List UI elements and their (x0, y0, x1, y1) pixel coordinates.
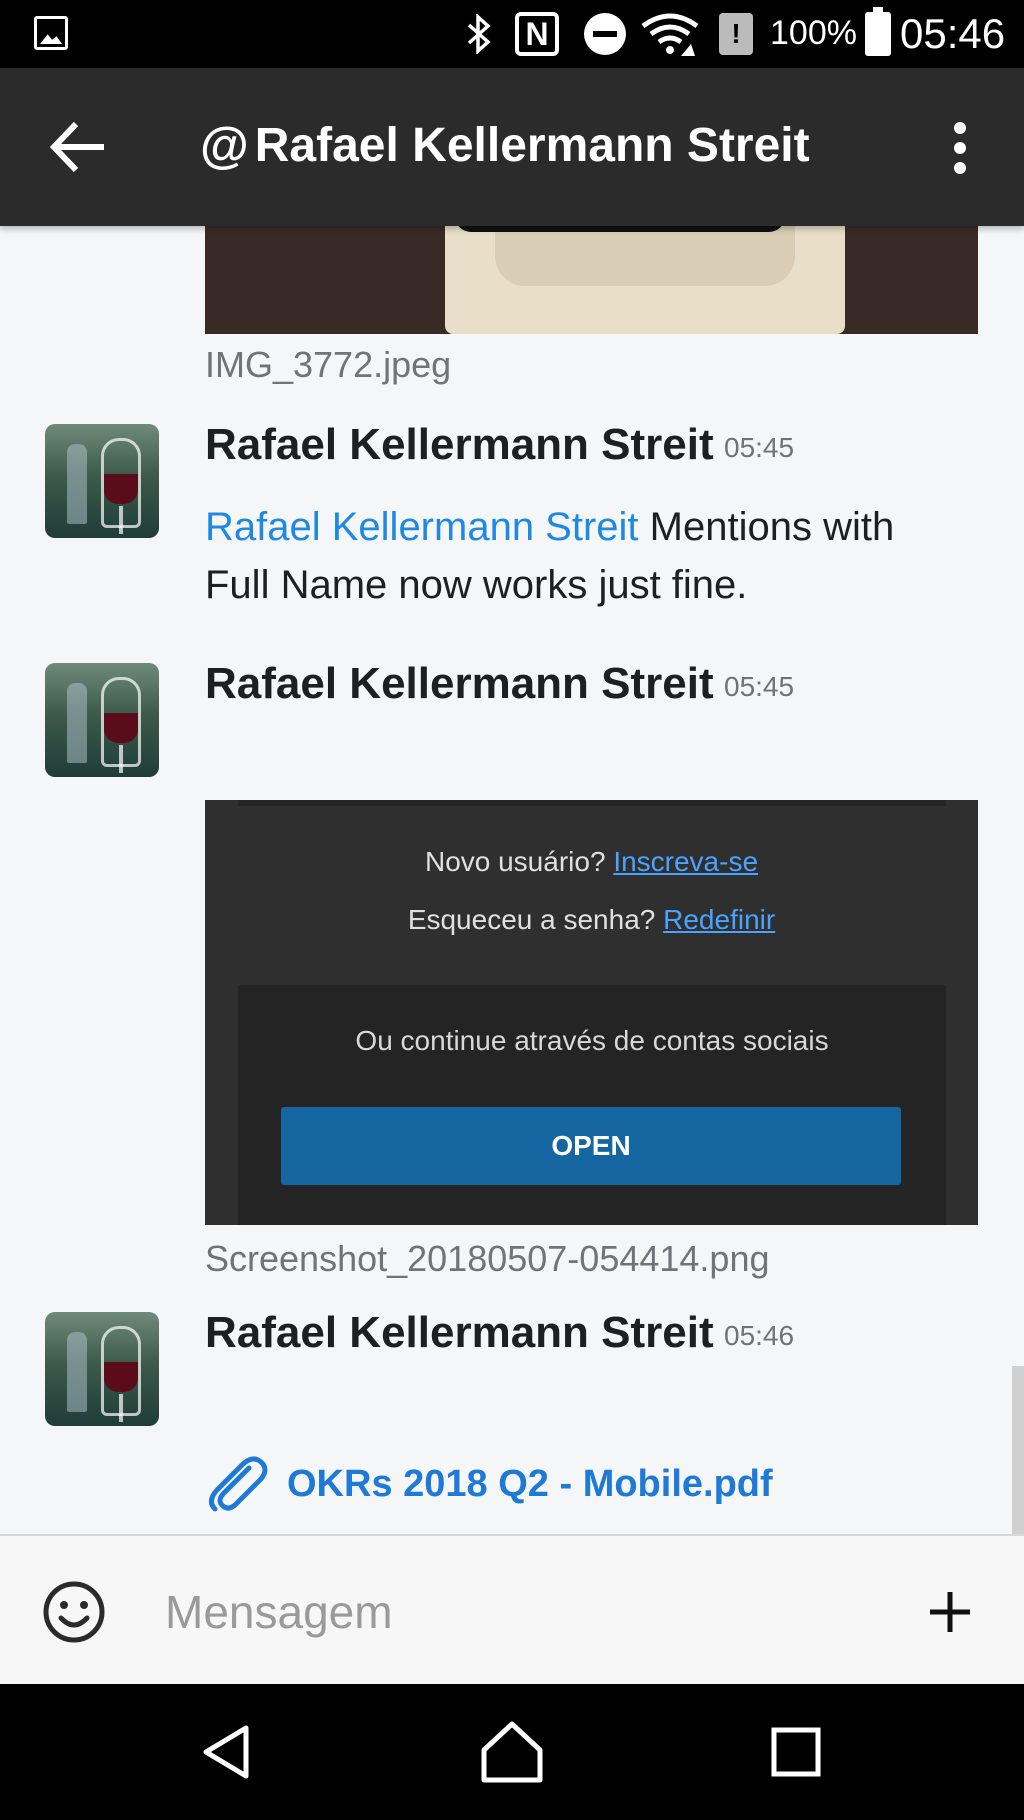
nav-recents-button[interactable] (760, 1716, 832, 1788)
emoji-button[interactable] (42, 1580, 106, 1644)
message-time: 05:45 (724, 432, 795, 463)
smiley-icon (43, 1581, 105, 1643)
battery-icon (865, 7, 891, 56)
file-attachment[interactable]: OKRs 2018 Q2 - Mobile.pdf (205, 1454, 773, 1514)
screenshot-attachment[interactable]: Novo usuário? Inscreva-se Esqueceu a sen… (205, 800, 978, 1225)
message-list[interactable]: IMG_3772.jpeg Rafael Kellermann Streit 0… (0, 226, 1024, 1534)
file-name[interactable]: OKRs 2018 Q2 - Mobile.pdf (287, 1463, 773, 1506)
at-icon: @ (200, 117, 249, 173)
system-nav-bar (0, 1684, 1024, 1820)
screenshot-filename: Screenshot_20180507-054414.png (205, 1238, 770, 1279)
message-text: Rafael Kellermann Streit Mentions with F… (205, 505, 895, 607)
nfc-icon: N (514, 12, 560, 56)
forgot-password-line: Esqueceu a senha? Redefinir (407, 904, 776, 935)
message-input[interactable] (165, 1576, 865, 1648)
app-bar: @ Rafael Kellermann Streit (0, 68, 1024, 226)
image-attachment[interactable] (205, 226, 978, 334)
message-author[interactable]: Rafael Kellermann Streit (205, 1308, 714, 1358)
bluetooth-icon (462, 12, 496, 56)
add-attachment-button[interactable] (926, 1580, 974, 1644)
nav-back-button[interactable] (192, 1716, 264, 1788)
triangle-back-icon (203, 1725, 249, 1779)
status-clock: 05:46 (900, 10, 1006, 57)
more-options-button[interactable] (940, 118, 980, 178)
room-title[interactable]: @ Rafael Kellermann Streit (200, 116, 810, 174)
wifi-icon (640, 12, 700, 56)
scrollbar[interactable] (1012, 1366, 1024, 1534)
status-bar: N ! 100% 05:46 (0, 0, 1024, 68)
arrow-left-icon (49, 121, 104, 173)
battery-percentage: 100% (770, 14, 857, 52)
avatar[interactable] (45, 1312, 159, 1426)
paperclip-icon (209, 1456, 268, 1512)
gallery-icon (34, 16, 68, 50)
message-time: 05:46 (724, 1320, 795, 1351)
alert-icon: ! (718, 12, 754, 56)
composer (0, 1534, 1024, 1684)
new-user-line: Novo usuário? Inscreva-se (424, 846, 759, 877)
square-recents-icon (771, 1727, 821, 1777)
avatar[interactable] (45, 663, 159, 777)
signup-link: Inscreva-se (613, 846, 759, 877)
message-time: 05:45 (724, 671, 795, 702)
plus-icon (930, 1592, 970, 1632)
message-author[interactable]: Rafael Kellermann Streit (205, 420, 714, 470)
avatar[interactable] (45, 424, 159, 538)
home-icon (481, 1721, 543, 1783)
back-button[interactable] (46, 114, 112, 180)
image-filename: IMG_3772.jpeg (205, 344, 452, 385)
social-text: Ou continue através de contas sociais (355, 1025, 829, 1056)
message-author[interactable]: Rafael Kellermann Streit (205, 659, 714, 709)
room-title-text: Rafael Kellermann Streit (254, 118, 810, 172)
open-button: OPEN (281, 1107, 901, 1185)
reset-link: Redefinir (663, 904, 776, 935)
do-not-disturb-icon (582, 12, 628, 56)
mention-link[interactable]: Rafael Kellermann Streit (205, 505, 639, 549)
nav-home-button[interactable] (476, 1716, 548, 1788)
